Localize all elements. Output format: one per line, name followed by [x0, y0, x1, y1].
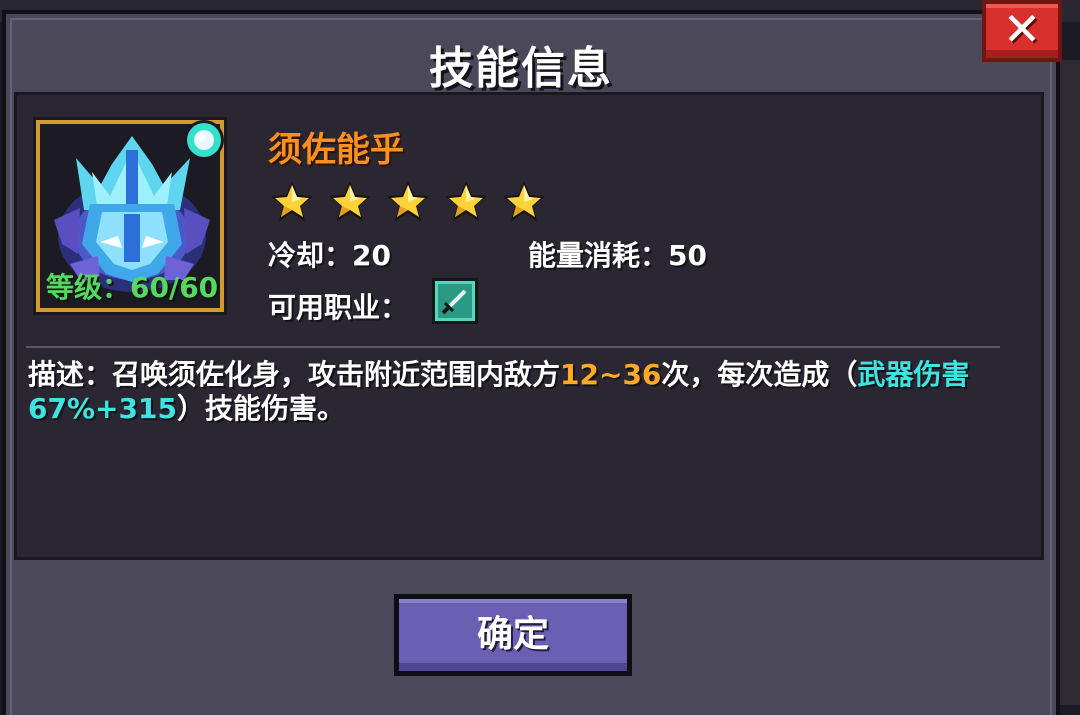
skill-description: 描述：召唤须佐化身，攻击附近范围内敌方12~36次，每次造成（武器伤害67%+3…	[28, 358, 1008, 426]
gem-icon	[184, 120, 224, 160]
sword-class-icon[interactable]	[432, 278, 478, 324]
close-icon: ✕	[1002, 2, 1042, 56]
energy-stat: 能量消耗：50	[528, 234, 707, 274]
background-right	[1060, 60, 1080, 705]
desc-hit-range: 12~36	[560, 358, 662, 391]
confirm-label: 确定	[476, 614, 549, 655]
desc-suffix: ）技能伤害。	[176, 392, 345, 425]
energy-label: 能量消耗：	[528, 239, 669, 272]
skill-level: 等级：60/60	[46, 271, 219, 304]
desc-prefix: 描述：召唤须佐化身，攻击附近范围内敌方	[28, 358, 561, 391]
energy-value: 50	[668, 239, 707, 272]
star-icon	[329, 181, 371, 221]
desc-mid: 次，每次造成（	[661, 358, 858, 391]
cooldown-value: 20	[352, 239, 391, 272]
star-icon	[387, 181, 429, 221]
job-label: 可用职业：	[268, 291, 409, 324]
close-button[interactable]: ✕	[982, 0, 1062, 62]
divider	[26, 346, 1000, 348]
cooldown-label: 冷却：	[268, 239, 353, 272]
star-icon	[445, 181, 487, 221]
dialog-title: 技能信息	[429, 43, 613, 94]
star-icon	[503, 181, 545, 221]
skill-name: 须佐能乎	[268, 130, 404, 170]
sword-icon	[441, 289, 467, 315]
star-icon	[271, 181, 313, 221]
cooldown-stat: 冷却：20	[268, 234, 391, 274]
confirm-button[interactable]: 确定	[394, 594, 632, 676]
